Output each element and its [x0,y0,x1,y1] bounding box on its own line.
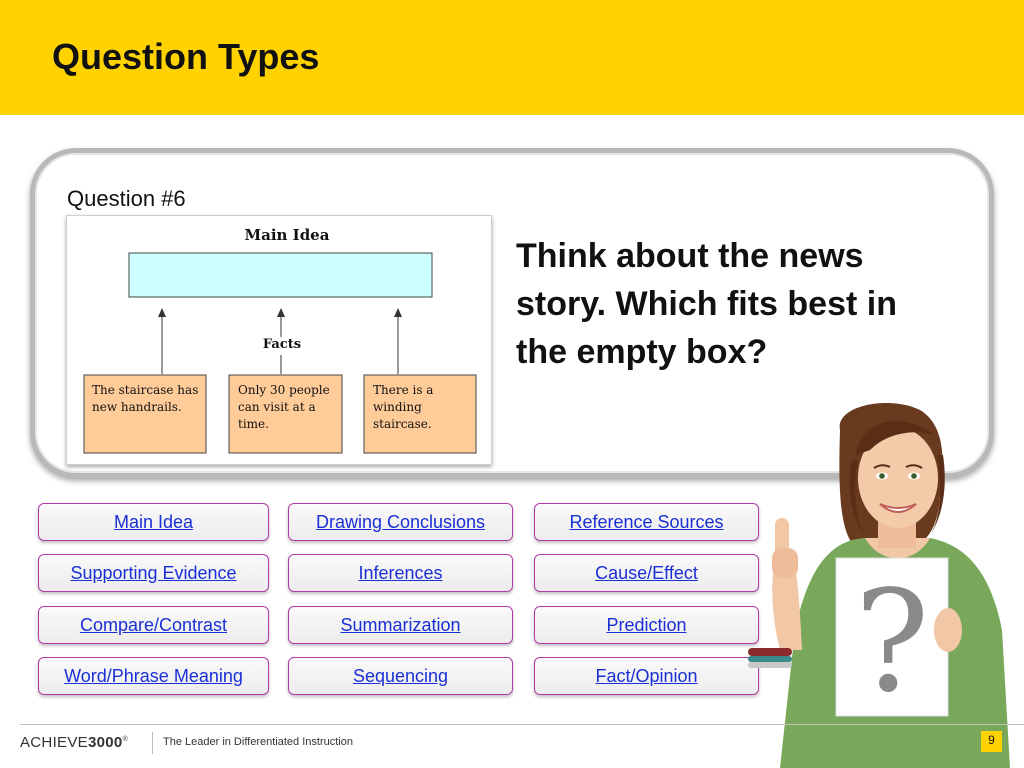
compare-contrast-button[interactable]: Compare/Contrast [38,606,269,644]
word-phrase-meaning-button[interactable]: Word/Phrase Meaning [38,657,269,695]
slide-title: Question Types [52,36,320,77]
page-number: 9 [988,733,995,747]
summarization-button[interactable]: Summarization [288,606,513,644]
sequencing-button[interactable]: Sequencing [288,657,513,695]
achieve3000-logo: ACHIEVE3000® [20,734,128,751]
woman-with-question-sign-illustration: ? [748,402,1010,768]
main-idea-button[interactable]: Main Idea [38,503,269,541]
main-idea-empty-box [128,252,433,298]
drawing-conclusions-button[interactable]: Drawing Conclusions [288,503,513,541]
fact-box: The staircase has new handrails. [83,374,207,454]
facts-label: Facts [263,337,301,352]
footer-tagline: The Leader in Differentiated Instruction [163,736,353,748]
prediction-button[interactable]: Prediction [534,606,759,644]
inferences-button[interactable]: Inferences [288,554,513,592]
reference-sources-button[interactable]: Reference Sources [534,503,759,541]
fact-box: Only 30 people can visit at a time. [228,374,343,454]
arrow-right [394,308,402,374]
main-idea-diagram: Main Idea Facts The staircase has new ha… [66,215,492,465]
question-mark-sign: ? [854,561,929,724]
fact-opinion-button[interactable]: Fact/Opinion [534,657,759,695]
question-number: Question #6 [67,186,186,211]
footer-divider [152,732,153,754]
footer-rule [20,724,1024,725]
cause-effect-button[interactable]: Cause/Effect [534,554,759,592]
question-prompt: Think about the news story. Which fits b… [516,237,897,371]
supporting-evidence-button[interactable]: Supporting Evidence [38,554,269,592]
fact-box: There is a winding staircase. [363,374,477,454]
diagram-heading: Main Idea [245,226,330,244]
arrow-left [158,308,166,374]
